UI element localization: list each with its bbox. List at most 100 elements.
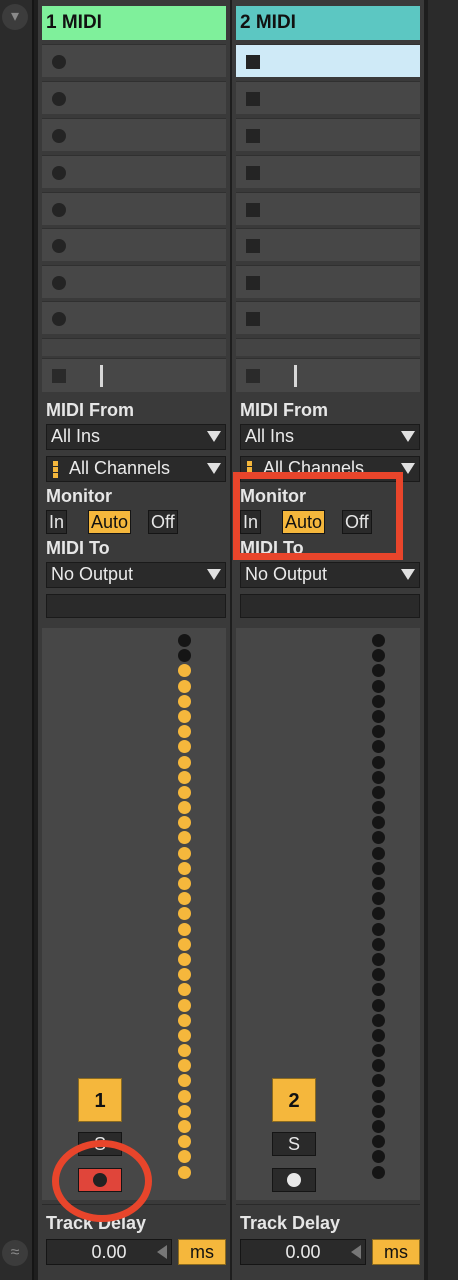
clip-slot[interactable] (236, 338, 420, 356)
midi-input-select[interactable]: All Ins (240, 424, 420, 450)
level-meter (372, 634, 388, 1181)
chevron-left-icon (157, 1245, 167, 1259)
stop-slot-icon[interactable] (246, 92, 260, 106)
meter-segment (372, 861, 385, 875)
meter-segment (372, 846, 385, 860)
delay-unit-button[interactable]: ms (178, 1239, 226, 1265)
meter-segment (372, 1028, 385, 1042)
clip-slot[interactable] (236, 228, 420, 261)
midi-from-label: MIDI From (46, 400, 134, 420)
record-slot-icon[interactable] (52, 239, 66, 253)
track-delay-value: 0.00 (91, 1242, 127, 1262)
meter-segment (372, 664, 385, 678)
clip-slot[interactable] (236, 44, 420, 77)
mixer-section: 2 S (236, 628, 420, 1200)
level-meter (178, 634, 194, 1181)
solo-button[interactable]: S (272, 1132, 316, 1156)
meter-segment (178, 1089, 191, 1103)
clip-slot[interactable] (236, 192, 420, 225)
meter-segment (372, 709, 385, 723)
clip-slot[interactable] (42, 44, 226, 77)
record-slot-icon[interactable] (52, 276, 66, 290)
stop-slot-icon[interactable] (246, 203, 260, 217)
clip-slot[interactable] (42, 228, 226, 261)
track-1-column: 1 MIDI MIDI From All Ins All Channels Mo… (38, 0, 230, 1280)
mixer-section: 1 S (42, 628, 226, 1200)
meter-segment (178, 861, 191, 875)
track-delay-section: Track Delay 0.00 ms (42, 1204, 226, 1276)
record-slot-icon[interactable] (52, 92, 66, 106)
midi-input-select[interactable]: All Ins (46, 424, 226, 450)
clip-slot[interactable] (42, 155, 226, 188)
meter-segment (178, 709, 191, 723)
divider (294, 365, 297, 387)
track-delay-input[interactable]: 0.00 (240, 1239, 366, 1265)
clip-slot[interactable] (42, 192, 226, 225)
track-title[interactable]: 1 MIDI (42, 6, 226, 40)
stop-slot-icon[interactable] (246, 166, 260, 180)
meter-segment (178, 1165, 191, 1179)
meter-segment (372, 983, 385, 997)
midi-output-value: No Output (51, 564, 134, 584)
output-channel-select[interactable] (240, 594, 420, 618)
track-activator-button[interactable]: 1 (78, 1078, 122, 1122)
meter-segment (372, 892, 385, 906)
clip-slot[interactable] (236, 118, 420, 151)
clip-slot[interactable] (236, 81, 420, 114)
output-channel-select[interactable] (46, 594, 226, 618)
record-slot-icon[interactable] (52, 166, 66, 180)
meter-segment (372, 1135, 385, 1149)
clip-slot[interactable] (236, 155, 420, 188)
midi-channel-select[interactable]: All Channels (46, 456, 226, 482)
stop-clips-icon[interactable] (246, 369, 260, 383)
monitor-auto-button[interactable]: Auto (88, 510, 132, 534)
meter-segment (178, 1044, 191, 1058)
wave-icon[interactable]: ≈ (2, 1240, 28, 1266)
monitor-off-button[interactable]: Off (148, 510, 178, 534)
meter-segment (178, 1135, 191, 1149)
record-slot-icon[interactable] (52, 129, 66, 143)
meter-segment (372, 1044, 385, 1058)
arm-button[interactable] (272, 1168, 316, 1192)
meter-segment (372, 968, 385, 982)
track-activator-button[interactable]: 2 (272, 1078, 316, 1122)
meter-segment (178, 694, 191, 708)
track-delay-input[interactable]: 0.00 (46, 1239, 172, 1265)
stop-slot-icon[interactable] (246, 276, 260, 290)
track-title[interactable]: 2 MIDI (236, 6, 420, 40)
chevron-down-icon[interactable]: ▾ (2, 4, 28, 30)
stop-slot-icon[interactable] (246, 239, 260, 253)
meter-segment (178, 1013, 191, 1027)
meter-segment (372, 785, 385, 799)
clip-slot[interactable] (236, 265, 420, 298)
meter-segment (372, 649, 385, 663)
monitor-in-button[interactable]: In (46, 510, 68, 534)
meter-segment (178, 785, 191, 799)
clip-slot[interactable] (42, 81, 226, 114)
divider (100, 365, 103, 387)
io-section: MIDI From All Ins All Channels Monitor I… (42, 396, 226, 624)
clip-slot[interactable] (42, 265, 226, 298)
record-slot-icon[interactable] (52, 312, 66, 326)
meter-segment (178, 770, 191, 784)
stop-clips-icon[interactable] (52, 369, 66, 383)
stop-slot-icon[interactable] (246, 129, 260, 143)
clip-slot[interactable] (42, 301, 226, 334)
record-slot-icon[interactable] (52, 55, 66, 69)
meter-segment (372, 1104, 385, 1118)
meter-segment (178, 1120, 191, 1133)
midi-output-select[interactable]: No Output (240, 562, 420, 588)
delay-unit-button[interactable]: ms (372, 1239, 420, 1265)
meter-segment (372, 1150, 385, 1164)
midi-output-select[interactable]: No Output (46, 562, 226, 588)
clip-slot[interactable] (236, 301, 420, 334)
clip-slot[interactable] (42, 338, 226, 356)
record-slot-icon[interactable] (52, 203, 66, 217)
meter-segment (178, 755, 191, 769)
stop-slot-icon[interactable] (246, 55, 260, 69)
clip-slot[interactable] (42, 118, 226, 151)
stop-slot-icon[interactable] (246, 312, 260, 326)
meter-segment (372, 801, 385, 815)
meter-segment (372, 725, 385, 739)
chevron-down-icon (401, 569, 415, 580)
